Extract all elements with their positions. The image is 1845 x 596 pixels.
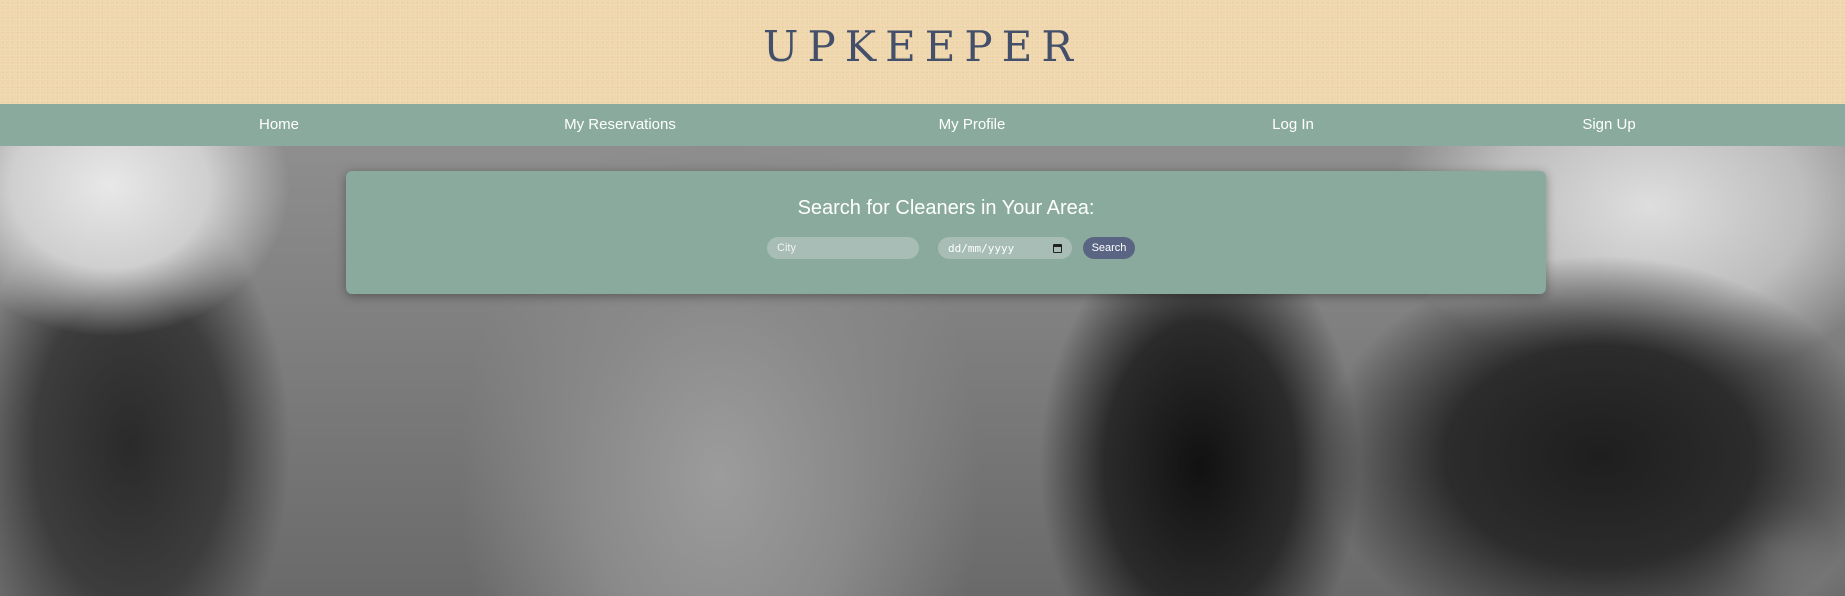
site-logo[interactable]: UPKEEPER	[763, 22, 1082, 71]
main-nav: Home My Reservations My Profile Log In S…	[0, 104, 1845, 146]
search-title: Search for Cleaners in Your Area:	[797, 197, 1095, 219]
nav-log-in[interactable]: Log In	[1272, 104, 1314, 146]
search-panel: Search for Cleaners in Your Area: dd/mm/…	[346, 171, 1546, 294]
calendar-icon[interactable]	[1053, 243, 1062, 253]
date-input[interactable]: dd/mm/yyyy	[938, 237, 1072, 259]
search-button[interactable]: Search	[1083, 237, 1135, 259]
nav-home[interactable]: Home	[259, 104, 299, 146]
nav-sign-up[interactable]: Sign Up	[1582, 104, 1635, 146]
date-placeholder: dd/mm/yyyy	[948, 241, 1015, 255]
nav-my-reservations[interactable]: My Reservations	[564, 104, 676, 146]
site-header: UPKEEPER	[0, 0, 1845, 104]
nav-my-profile[interactable]: My Profile	[939, 104, 1006, 146]
city-input[interactable]	[767, 237, 919, 259]
